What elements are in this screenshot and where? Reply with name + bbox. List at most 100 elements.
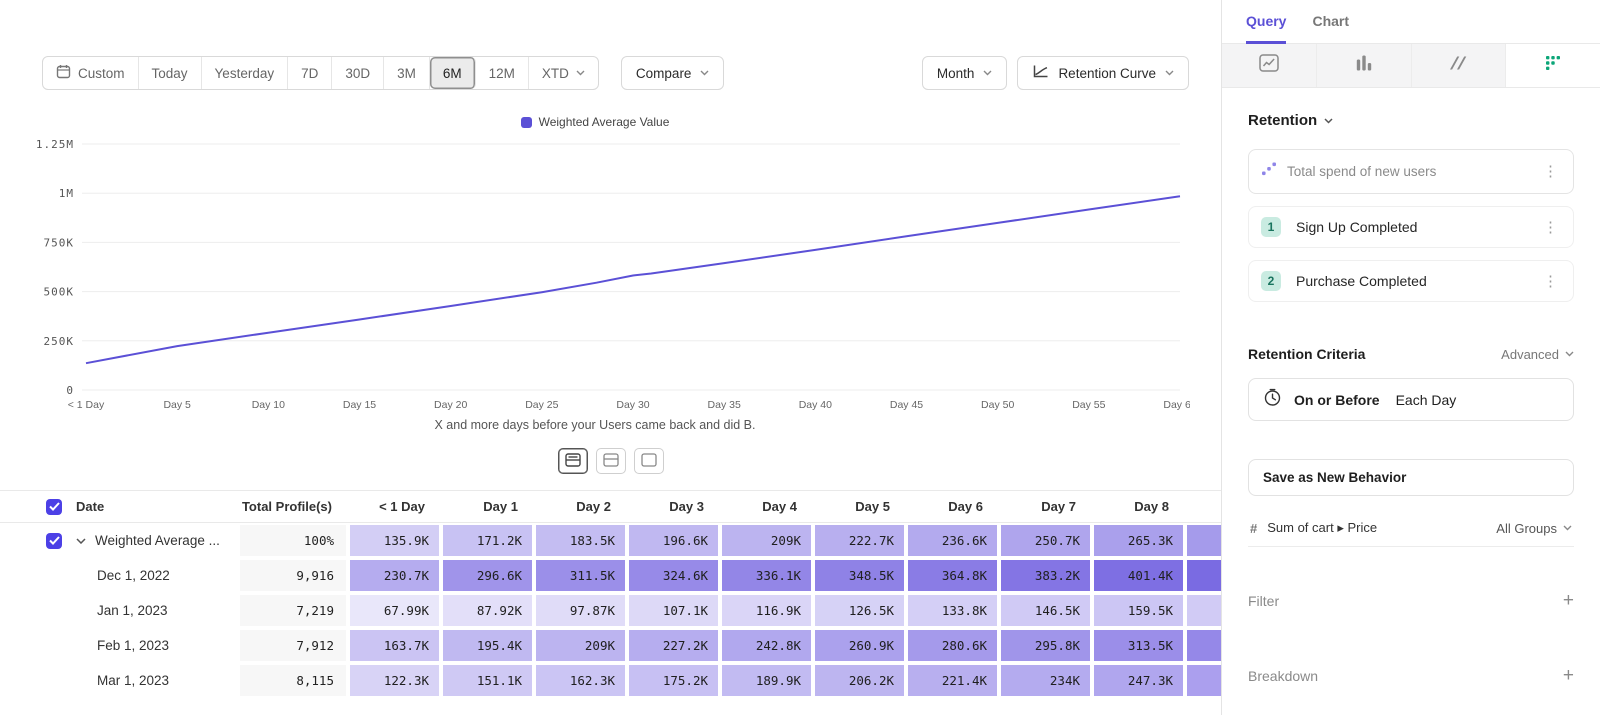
- retention-value-cell[interactable]: 383.2K: [999, 558, 1092, 593]
- compare-button[interactable]: Compare: [621, 56, 725, 90]
- retention-value-cell[interactable]: 195.4K: [441, 628, 534, 663]
- clipped-value-cell[interactable]: [1185, 523, 1222, 558]
- measure-property[interactable]: Sum of cart ▸ Price: [1267, 520, 1377, 536]
- clipped-value-cell[interactable]: [1185, 663, 1222, 698]
- retention-section-header[interactable]: Retention: [1248, 112, 1574, 129]
- kebab-menu-icon[interactable]: ⋮: [1540, 220, 1561, 235]
- condition-operator[interactable]: On or Before: [1294, 392, 1380, 408]
- retention-value-cell[interactable]: 260.9K: [813, 628, 906, 663]
- advanced-dropdown[interactable]: Advanced: [1501, 347, 1574, 362]
- retention-value-cell[interactable]: 107.1K: [627, 593, 720, 628]
- funnels-report-tab[interactable]: [1317, 44, 1412, 87]
- retention-value-cell[interactable]: 296.6K: [441, 558, 534, 593]
- custom-date-button[interactable]: Custom: [43, 57, 139, 89]
- expand-chevron-icon[interactable]: [76, 538, 86, 544]
- kebab-menu-icon[interactable]: ⋮: [1540, 164, 1561, 179]
- retention-curve-icon: [1032, 64, 1049, 82]
- groups-dropdown[interactable]: All Groups: [1496, 521, 1572, 536]
- retention-value-cell[interactable]: 87.92K: [441, 593, 534, 628]
- retention-value-cell[interactable]: 151.1K: [441, 663, 534, 698]
- retention-value-cell[interactable]: 234K: [999, 663, 1092, 698]
- retention-value-cell[interactable]: 336.1K: [720, 558, 813, 593]
- tab-chart[interactable]: Chart: [1312, 0, 1349, 44]
- range-3m[interactable]: 3M: [384, 57, 430, 89]
- retention-value-cell[interactable]: 221.4K: [906, 663, 999, 698]
- query-panel: Query Chart: [1222, 0, 1600, 715]
- insights-report-tab[interactable]: [1222, 44, 1317, 87]
- retention-value-cell[interactable]: 364.8K: [906, 558, 999, 593]
- retention-value-cell[interactable]: 313.5K: [1092, 628, 1185, 663]
- header-day-column: Day 3: [627, 490, 720, 523]
- retention-value-cell[interactable]: 162.3K: [534, 663, 627, 698]
- retention-value-cell[interactable]: 295.8K: [999, 628, 1092, 663]
- step-row-2[interactable]: 2 Purchase Completed ⋮: [1248, 260, 1574, 302]
- tab-query[interactable]: Query: [1246, 0, 1286, 44]
- retention-value-cell[interactable]: 163.7K: [348, 628, 441, 663]
- retention-value-cell[interactable]: 159.5K: [1092, 593, 1185, 628]
- svg-text:Day 50: Day 50: [981, 399, 1014, 411]
- retention-value-cell[interactable]: 146.5K: [999, 593, 1092, 628]
- clipped-value-cell[interactable]: [1185, 628, 1222, 663]
- retention-value-cell[interactable]: 209K: [720, 523, 813, 558]
- retention-value-cell[interactable]: 133.8K: [906, 593, 999, 628]
- layout-chart-view-icon: [641, 453, 657, 470]
- retention-value-cell[interactable]: 122.3K: [348, 663, 441, 698]
- retention-line-chart[interactable]: 0250K500K750K1M1.25M< 1 DayDay 5Day 10Da…: [0, 134, 1190, 414]
- save-behavior-button[interactable]: Save as New Behavior: [1248, 459, 1574, 496]
- add-breakdown-button[interactable]: +: [1563, 666, 1574, 685]
- retention-value-cell[interactable]: 126.5K: [813, 593, 906, 628]
- retention-value-cell[interactable]: 116.9K: [720, 593, 813, 628]
- retention-value-cell[interactable]: 227.2K: [627, 628, 720, 663]
- retention-value-cell[interactable]: 196.6K: [627, 523, 720, 558]
- range-xtd[interactable]: XTD: [529, 57, 598, 89]
- layout-split-view-button[interactable]: [558, 448, 588, 474]
- clipped-value-cell[interactable]: [1185, 593, 1222, 628]
- retention-value-cell[interactable]: 230.7K: [348, 558, 441, 593]
- retention-value-cell[interactable]: 311.5K: [534, 558, 627, 593]
- range-today[interactable]: Today: [139, 57, 202, 89]
- row-checkbox[interactable]: [46, 533, 62, 549]
- range-6m[interactable]: 6M: [430, 57, 476, 89]
- flows-report-tab[interactable]: [1412, 44, 1507, 87]
- retention-value-cell[interactable]: 324.6K: [627, 558, 720, 593]
- retention-value-cell[interactable]: 348.5K: [813, 558, 906, 593]
- retention-value-cell[interactable]: 97.87K: [534, 593, 627, 628]
- retention-report-tab[interactable]: [1506, 44, 1600, 87]
- retention-icon: [1545, 55, 1561, 76]
- retention-value-cell[interactable]: 222.7K: [813, 523, 906, 558]
- range-7d[interactable]: 7D: [288, 57, 332, 89]
- retention-value-cell[interactable]: 209K: [534, 628, 627, 663]
- range-yesterday[interactable]: Yesterday: [202, 57, 289, 89]
- retention-value-cell[interactable]: 401.4K: [1092, 558, 1185, 593]
- criteria-label: Retention Criteria: [1248, 346, 1365, 362]
- condition-frequency[interactable]: Each Day: [1396, 392, 1457, 408]
- step-row-1[interactable]: 1 Sign Up Completed ⋮: [1248, 206, 1574, 248]
- granularity-button[interactable]: Month: [922, 56, 1008, 90]
- clipped-value-cell[interactable]: [1185, 558, 1222, 593]
- layout-chart-view-button[interactable]: [634, 448, 664, 474]
- retention-value-cell[interactable]: 247.3K: [1092, 663, 1185, 698]
- retention-value-cell[interactable]: 236.6K: [906, 523, 999, 558]
- range-30d[interactable]: 30D: [332, 57, 384, 89]
- select-all-checkbox[interactable]: [46, 499, 62, 515]
- retention-value-cell[interactable]: 265.3K: [1092, 523, 1185, 558]
- retention-value-cell[interactable]: 175.2K: [627, 663, 720, 698]
- retention-condition[interactable]: On or Before Each Day: [1248, 378, 1574, 421]
- retention-value-cell[interactable]: 67.99K: [348, 593, 441, 628]
- chart-type-button[interactable]: Retention Curve: [1017, 56, 1189, 90]
- kebab-menu-icon[interactable]: ⋮: [1540, 274, 1561, 289]
- retention-value-cell[interactable]: 183.5K: [534, 523, 627, 558]
- behavior-card[interactable]: Total spend of new users ⋮: [1248, 149, 1574, 194]
- add-filter-button[interactable]: +: [1563, 591, 1574, 610]
- retention-value-cell[interactable]: 189.9K: [720, 663, 813, 698]
- retention-value-cell[interactable]: 171.2K: [441, 523, 534, 558]
- range-12m[interactable]: 12M: [476, 57, 529, 89]
- row-label: Jan 1, 2023: [97, 603, 168, 618]
- header-day-column: Day 7: [999, 490, 1092, 523]
- retention-value-cell[interactable]: 135.9K: [348, 523, 441, 558]
- retention-value-cell[interactable]: 242.8K: [720, 628, 813, 663]
- retention-value-cell[interactable]: 250.7K: [999, 523, 1092, 558]
- retention-value-cell[interactable]: 280.6K: [906, 628, 999, 663]
- layout-table-view-button[interactable]: [596, 448, 626, 474]
- retention-value-cell[interactable]: 206.2K: [813, 663, 906, 698]
